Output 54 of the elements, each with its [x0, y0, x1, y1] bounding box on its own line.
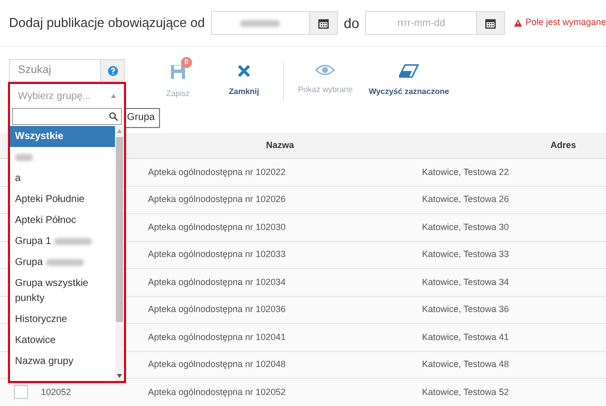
group-option[interactable]: Apteki Południe — [10, 189, 115, 210]
group-option[interactable]: Grupa 1 — [10, 231, 115, 252]
calendar-icon — [318, 18, 329, 28]
date-from-field[interactable] — [210, 11, 309, 35]
table-cell-text: Apteka ogólnodostępna nr 102033 — [147, 248, 287, 261]
table-cell-text: Apteka ogólnodostępna nr 102052 — [147, 386, 287, 399]
clear-button[interactable]: Wyczyść zaznaczone — [360, 61, 458, 98]
group-option[interactable]: Nazwa grupy — [10, 351, 115, 372]
table-cell-text: Katowice, Testowa 30 — [422, 220, 509, 234]
date-to-field[interactable]: rrrr-mm-dd — [365, 11, 476, 35]
warning-icon — [514, 19, 522, 27]
table-cell-text: Katowice, Testowa 36 — [422, 303, 509, 316]
publish-from-label: Dodaj publikacje obowiązujące od — [9, 14, 205, 32]
table-cell-text: Katowice, Testowa 34 — [422, 276, 509, 288]
calendar-button[interactable] — [476, 11, 506, 35]
close-button[interactable]: Zamknij — [211, 61, 277, 98]
group-option[interactable]: Katowice — [10, 330, 115, 351]
column-header: Nazwa — [264, 138, 295, 152]
error-message: Pole jest wymagane — [525, 16, 606, 30]
close-icon — [237, 64, 251, 78]
scrollbar[interactable] — [115, 126, 124, 381]
eraser-icon — [398, 64, 419, 78]
table-cell-text: 102052 — [41, 386, 72, 398]
table-cell-text: Apteka ogólnodostępna nr 102034 — [147, 276, 287, 289]
table-cell-text: Apteka ogólnodostępna nr 102022 — [147, 166, 287, 179]
table-cell-text: Apteka ogólnodostępna nr 102041 — [147, 330, 287, 344]
caret-icon — [111, 94, 116, 98]
question-mark-icon — [108, 66, 118, 76]
table-cell-text: Katowice, Testowa 26 — [422, 193, 509, 206]
table-cell-text: Katowice, Testowa 41 — [422, 330, 509, 344]
table-cell-text: Katowice, Testowa 48 — [422, 358, 509, 371]
table-cell-text: Katowice, Testowa 52 — [422, 386, 509, 398]
search-icon — [109, 112, 118, 121]
group-option[interactable]: Grupa — [10, 252, 115, 273]
group-option[interactable]: Wszystkie — [10, 126, 115, 147]
calendar-button[interactable] — [308, 11, 338, 35]
search-field[interactable]: Szukaj — [9, 59, 100, 82]
group-option[interactable]: Grupa wszystkie punkty — [10, 273, 115, 309]
group-search-field[interactable] — [12, 108, 122, 125]
table-cell-text: Katowice, Testowa 33 — [422, 248, 509, 261]
column-header: Adres — [549, 138, 577, 152]
help-button[interactable] — [100, 59, 125, 82]
table-cell-text: Apteka ogólnodostępna nr 102036 — [147, 303, 287, 316]
group-option[interactable]: Historyczne — [10, 309, 115, 330]
row-checkbox[interactable] — [14, 385, 28, 400]
calendar-icon — [485, 18, 496, 28]
table-cell-text: Katowice, Testowa 22 — [422, 166, 509, 178]
to-label: do — [344, 14, 360, 32]
group-option[interactable]: Apteki Północ — [10, 210, 115, 231]
table-cell-text: Apteka ogólnodostępna nr 102048 — [147, 358, 287, 371]
table-cell-text: Apteka ogólnodostępna nr 102026 — [147, 193, 287, 206]
group-option[interactable]: a — [10, 168, 115, 189]
table-cell-text: Apteka ogólnodostępna nr 102030 — [147, 220, 287, 234]
eye-icon — [315, 64, 336, 76]
